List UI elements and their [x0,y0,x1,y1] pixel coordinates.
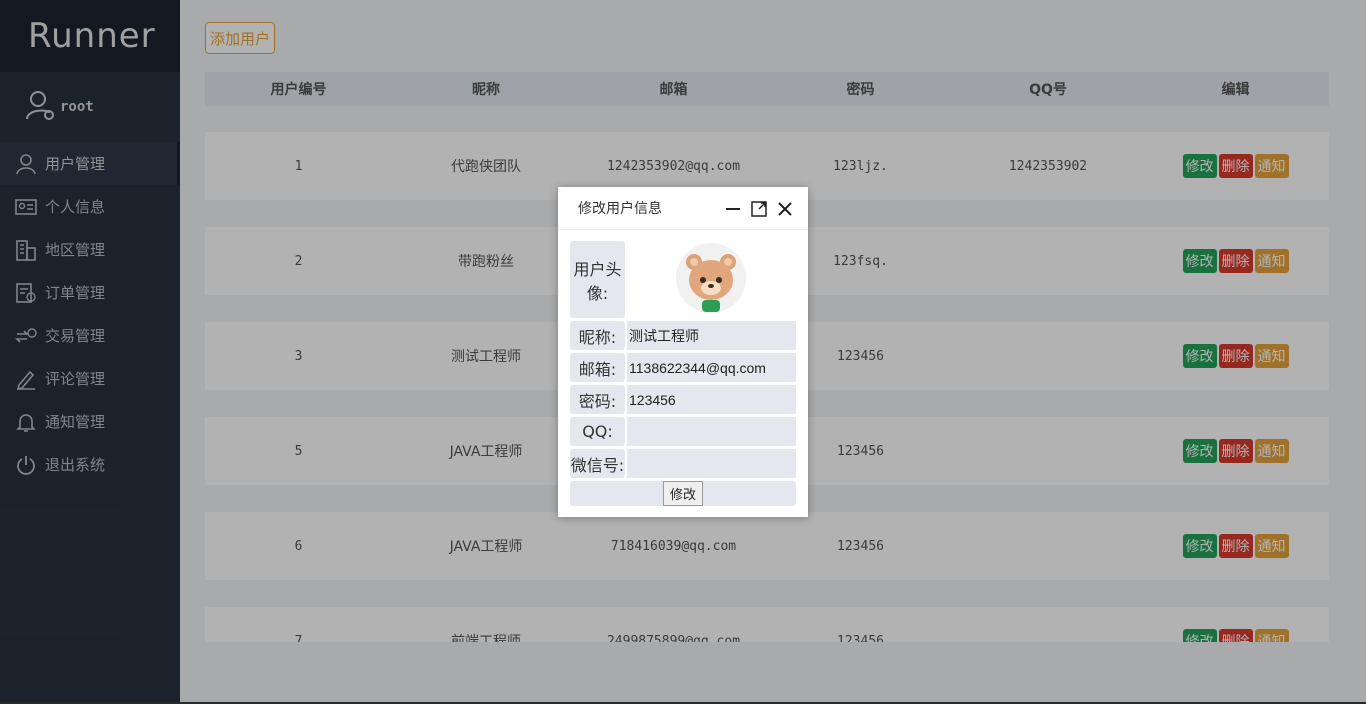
avatar-label: 用户头像: [570,241,625,318]
user-avatar[interactable] [675,242,747,318]
wechat-field[interactable] [627,449,796,478]
email-label: 邮箱: [570,353,625,382]
edit-user-modal: 修改用户信息 用户头像: 昵称: 测试工程师 邮箱: 1138622344@qq… [558,187,808,517]
nickname-field[interactable]: 测试工程师 [627,321,796,350]
nickname-label: 昵称: [570,321,625,350]
submit-button[interactable]: 修改 [662,481,703,506]
qq-label: QQ: [570,417,625,446]
password-field[interactable]: 123456 [627,385,796,414]
qq-field[interactable] [627,417,796,446]
maximize-icon[interactable] [750,200,768,218]
minimize-icon[interactable] [724,200,742,218]
password-label: 密码: [570,385,625,414]
close-icon[interactable] [776,200,794,218]
edit-user-form: 用户头像: 昵称: 测试工程师 邮箱: 1138622344@qq.com 密码… [570,241,796,506]
modal-header: 修改用户信息 [558,187,808,230]
modal-title: 修改用户信息 [578,201,662,217]
wechat-label: 微信号: [570,449,625,478]
email-field[interactable]: 1138622344@qq.com [627,353,796,382]
